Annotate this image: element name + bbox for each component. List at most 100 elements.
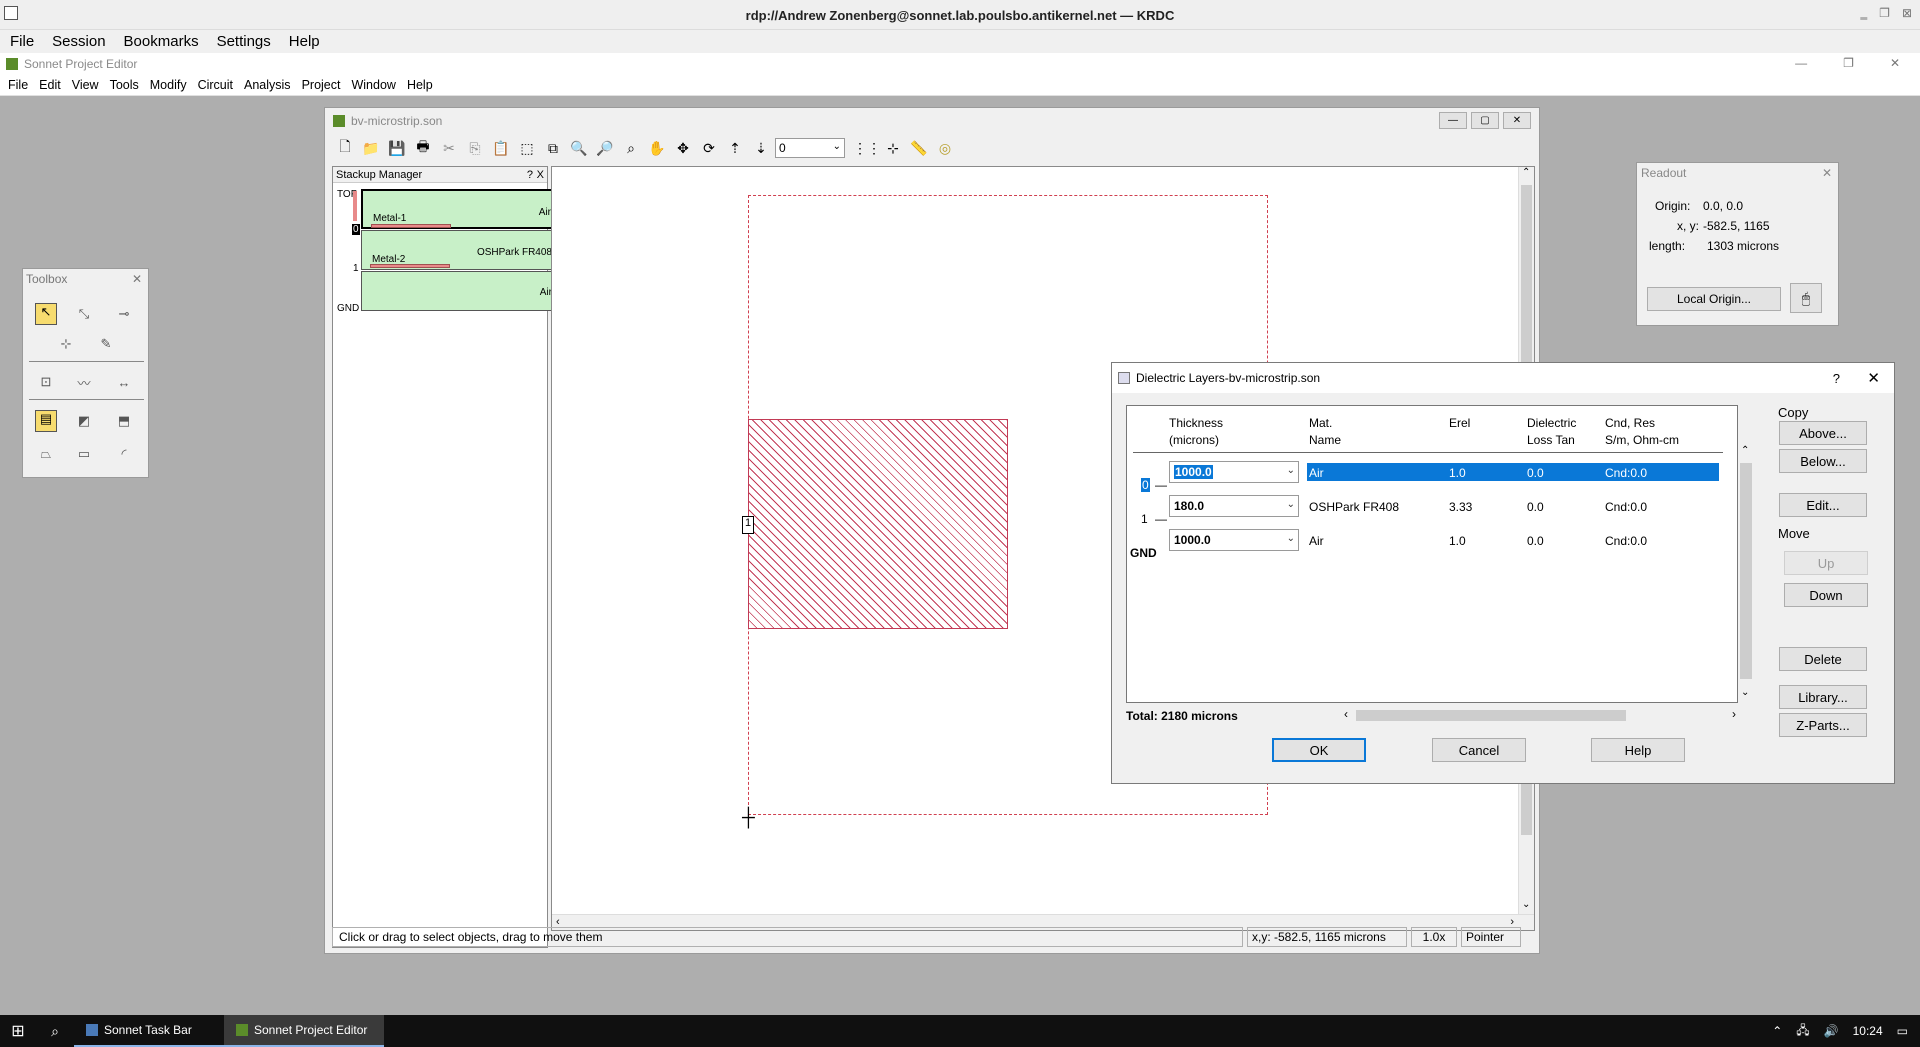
chevron-up-icon[interactable]: ⌃ xyxy=(1772,1024,1782,1038)
loss-row-2[interactable]: 0.0 xyxy=(1527,534,1544,548)
scroll-down-icon[interactable]: ⌄ xyxy=(1522,899,1530,910)
thickness-combo-row-1[interactable]: 180.0 ⌄ xyxy=(1169,495,1299,517)
zoom-fit-icon[interactable]: ⌕ xyxy=(619,136,643,160)
help-icon[interactable]: ? xyxy=(527,169,533,181)
sonnet-menu-help[interactable]: Help xyxy=(407,78,433,92)
mat-name-row-2[interactable]: Air xyxy=(1309,534,1324,548)
level-select[interactable]: 0 ⌄ xyxy=(775,138,845,158)
loss-row-1[interactable]: 0.0 xyxy=(1527,500,1544,514)
move-down-button[interactable]: Down xyxy=(1784,583,1868,607)
table-horizontal-scrollbar[interactable]: ‹ › xyxy=(1344,707,1736,722)
snap-icon[interactable]: ⊹ xyxy=(881,136,905,160)
sonnet-menu-analysis[interactable]: Analysis xyxy=(244,78,291,92)
close-icon[interactable]: ✕ xyxy=(1867,369,1880,387)
delete-button[interactable]: Delete xyxy=(1779,647,1867,671)
thickness-combo-row-0[interactable]: 1000.0 ⌄ xyxy=(1169,461,1299,483)
arc-tool-icon[interactable]: ◜ xyxy=(113,443,135,465)
search-icon[interactable]: ⌕ xyxy=(36,1015,74,1047)
cnd-row-0[interactable]: Cnd:0.0 xyxy=(1605,466,1647,480)
notification-icon[interactable]: ▭ xyxy=(1897,1024,1908,1038)
krdc-menu-settings[interactable]: Settings xyxy=(217,33,271,50)
via-tool-icon[interactable]: ⊹ xyxy=(55,333,77,355)
local-origin-button[interactable]: Local Origin... xyxy=(1647,287,1781,311)
stackup-layer-1[interactable]: OSHPark FR408 Metal-2 xyxy=(361,230,555,270)
save-icon[interactable]: 💾 xyxy=(385,136,409,160)
dimension-tool-icon[interactable]: ↔ xyxy=(113,371,135,393)
measure-icon[interactable]: ◎ xyxy=(933,136,957,160)
rectangle-tool-icon[interactable]: ▭ xyxy=(73,443,95,465)
close-icon[interactable]: ✕ xyxy=(1822,166,1832,180)
sonnet-menu-window[interactable]: Window xyxy=(351,78,395,92)
mat-name-row-0[interactable]: Air xyxy=(1309,466,1324,480)
volume-icon[interactable]: 🔊 xyxy=(1824,1024,1839,1038)
sonnet-menu-tools[interactable]: Tools xyxy=(110,78,139,92)
new-file-icon[interactable]: 🗋 xyxy=(333,136,357,160)
help-icon[interactable]: ? xyxy=(1833,371,1840,386)
copy-above-button[interactable]: Above... xyxy=(1779,421,1867,445)
metal-type-tool-icon[interactable]: ▤ xyxy=(35,410,57,432)
sonnet-menu-file[interactable]: File xyxy=(8,78,28,92)
edit-tool-icon[interactable]: ✎ xyxy=(95,333,117,355)
rotate-icon[interactable]: ⟳ xyxy=(697,136,721,160)
minimize-icon[interactable]: — xyxy=(1439,112,1467,129)
close-icon[interactable]: ✕ xyxy=(1503,112,1531,129)
port-1-marker[interactable]: 1 xyxy=(742,516,754,534)
select-box-icon[interactable]: ⬚ xyxy=(515,136,539,160)
sonnet-menu-edit[interactable]: Edit xyxy=(39,78,61,92)
pan-hand-icon[interactable]: ✋ xyxy=(645,136,669,160)
close-icon[interactable]: ✕ xyxy=(1890,56,1900,70)
print-icon[interactable]: 🖶 xyxy=(411,136,435,160)
restore-icon[interactable]: ❐ xyxy=(1843,56,1854,70)
table-horizontal-thumb[interactable] xyxy=(1356,710,1626,721)
table-vertical-scrollbar[interactable]: ⌃ ⌄ xyxy=(1738,405,1754,703)
polygon-tool-icon[interactable]: ⏢ xyxy=(35,443,57,465)
scroll-right-icon[interactable]: › xyxy=(1732,707,1736,721)
taskbar-item-task-bar[interactable]: Sonnet Task Bar xyxy=(74,1015,224,1047)
move-icon[interactable]: ✥ xyxy=(671,136,695,160)
help-button[interactable]: Help xyxy=(1591,738,1685,762)
krdc-menu-bookmarks[interactable]: Bookmarks xyxy=(124,33,199,50)
pointer-tool-icon[interactable]: ↖ xyxy=(35,303,57,325)
metal-polygon[interactable] xyxy=(748,419,1008,629)
erel-row-1[interactable]: 3.33 xyxy=(1449,500,1472,514)
grid-icon[interactable]: ⋮⋮ xyxy=(853,136,881,160)
scroll-up-icon[interactable]: ⌃ xyxy=(1522,167,1530,178)
stackup-layer-0[interactable]: Air Metal-1 xyxy=(361,189,555,229)
ruler-icon[interactable]: 📏 xyxy=(907,136,931,160)
cnd-row-1[interactable]: Cnd:0.0 xyxy=(1605,500,1647,514)
paste-icon[interactable]: 📋 xyxy=(489,136,513,160)
stackup-layer-2[interactable]: Air xyxy=(361,271,555,311)
remote-desktop[interactable]: Sonnet Project Editor — ❐ ✕ File Edit Vi… xyxy=(0,53,1920,1015)
maximize-icon[interactable]: ▢ xyxy=(1471,112,1499,129)
close-icon[interactable]: ⊠ xyxy=(1902,6,1912,20)
box-3d-tool-icon[interactable]: ⬒ xyxy=(113,410,135,432)
windows-start-icon[interactable]: ⊞ xyxy=(0,1015,36,1047)
brick-tool-icon[interactable]: ◩ xyxy=(73,410,95,432)
move-up-button[interactable]: Up xyxy=(1784,551,1868,575)
cut-icon[interactable]: ✂ xyxy=(437,136,461,160)
minimize-icon[interactable]: — xyxy=(1795,56,1807,70)
minimize-icon[interactable]: ‗ xyxy=(1861,6,1868,20)
level-down-icon[interactable]: ⇣ xyxy=(749,136,773,160)
clock[interactable]: 10:24 xyxy=(1853,1024,1883,1038)
sonnet-menu-view[interactable]: View xyxy=(72,78,99,92)
close-icon[interactable]: X xyxy=(537,169,544,181)
add-point-tool-icon[interactable]: ⊸ xyxy=(113,303,135,325)
ok-button[interactable]: OK xyxy=(1272,738,1366,762)
edit-button[interactable]: Edit... xyxy=(1779,493,1867,517)
zoom-in-icon[interactable]: 🔍 xyxy=(567,136,591,160)
sonnet-menu-modify[interactable]: Modify xyxy=(150,78,187,92)
sonnet-menu-circuit[interactable]: Circuit xyxy=(198,78,233,92)
loss-row-0[interactable]: 0.0 xyxy=(1527,466,1544,480)
taskbar-item-project-editor[interactable]: Sonnet Project Editor xyxy=(224,1015,384,1047)
cnd-row-2[interactable]: Cnd:0.0 xyxy=(1605,534,1647,548)
cancel-button[interactable]: Cancel xyxy=(1432,738,1526,762)
scroll-left-icon[interactable]: ‹ xyxy=(1344,707,1348,721)
erel-row-0[interactable]: 1.0 xyxy=(1449,466,1466,480)
krdc-menu-help[interactable]: Help xyxy=(289,33,320,50)
krdc-menu-file[interactable]: File xyxy=(10,33,34,50)
krdc-menu-session[interactable]: Session xyxy=(52,33,105,50)
z-parts-button[interactable]: Z-Parts... xyxy=(1779,713,1867,737)
mouse-icon[interactable]: 🖱 xyxy=(1790,283,1822,313)
level-up-icon[interactable]: ⇡ xyxy=(723,136,747,160)
